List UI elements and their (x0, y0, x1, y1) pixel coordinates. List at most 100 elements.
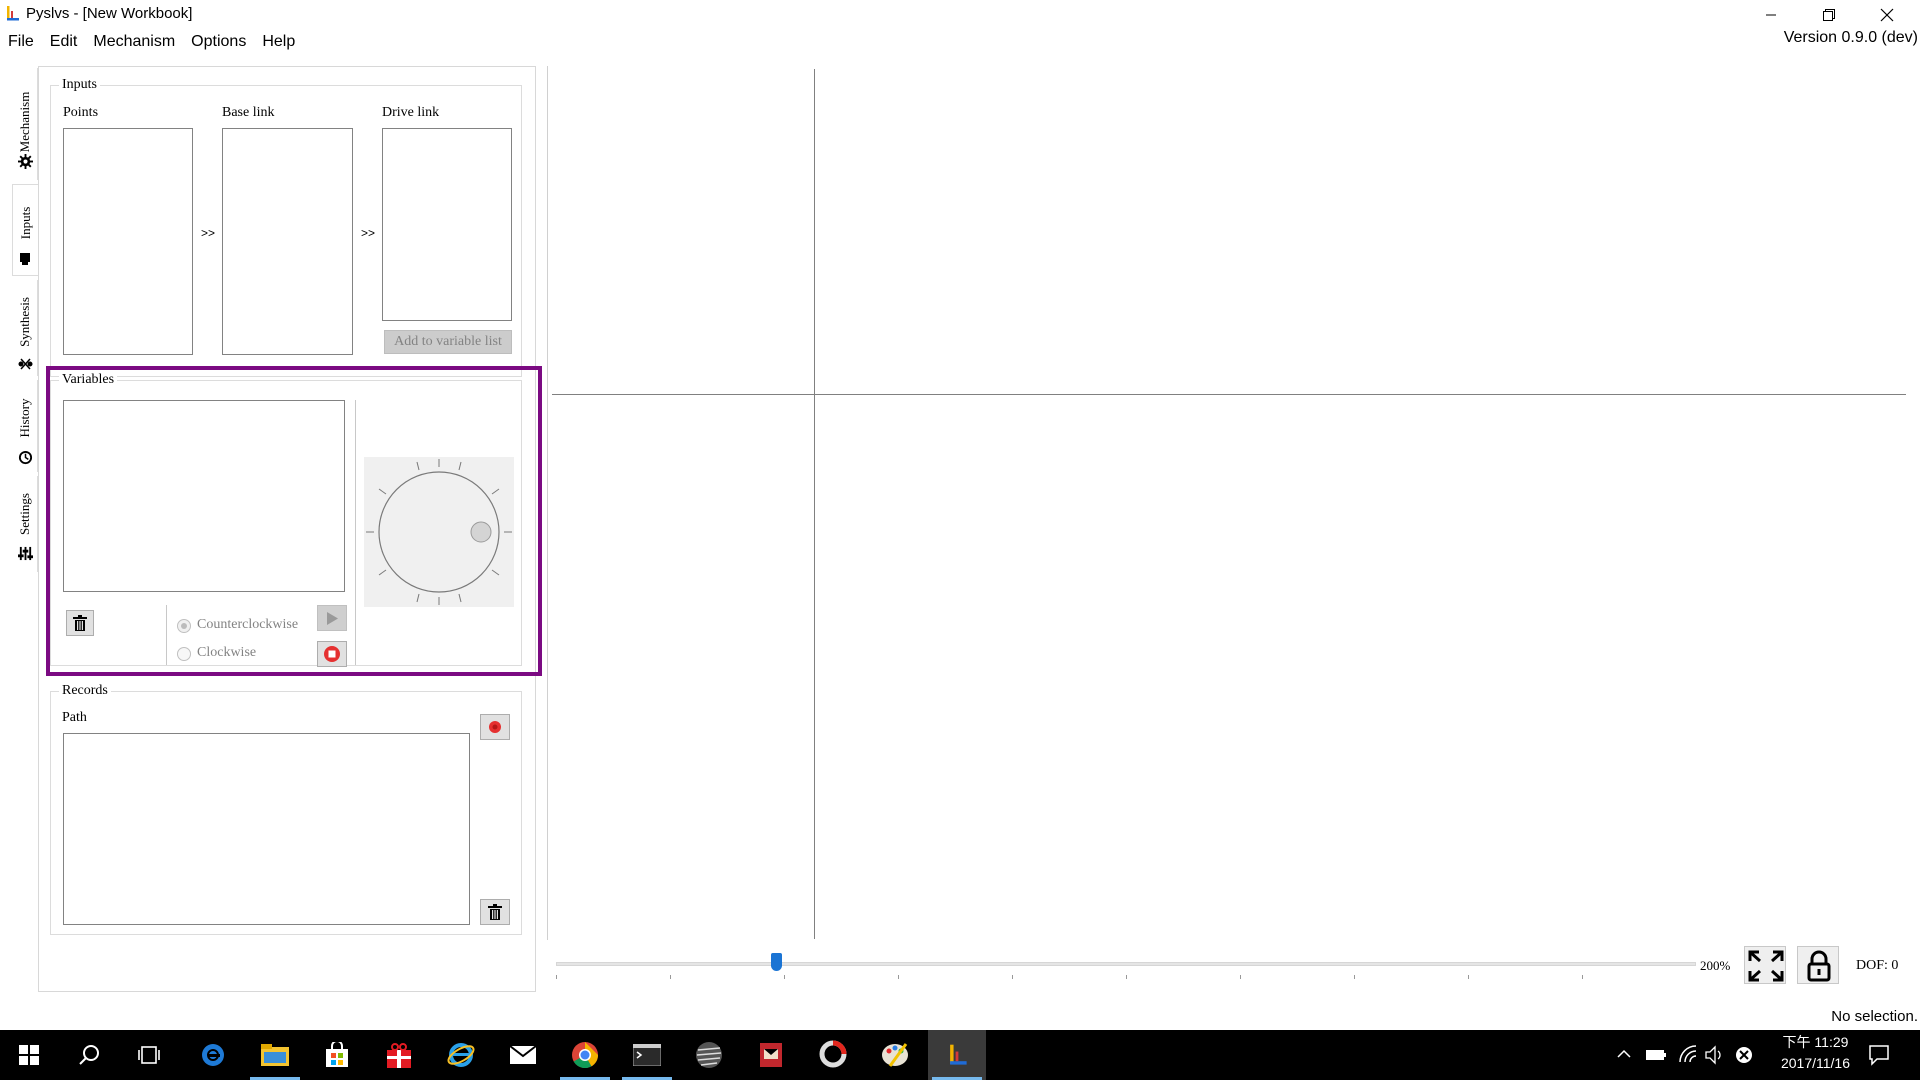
chevron-up-icon[interactable] (1616, 1046, 1632, 1062)
zoom-to-fit-button[interactable] (1744, 946, 1786, 984)
lock-button[interactable] (1797, 946, 1839, 984)
edge-browser-button[interactable] (184, 1030, 242, 1080)
slider-tick (784, 975, 785, 979)
gear-icon (18, 154, 33, 169)
sphere-app-icon (696, 1042, 722, 1068)
dof-label: DOF: 0 (1856, 958, 1899, 973)
window-title: Pyslvs - [New Workbook] (26, 5, 193, 22)
variables-highlight-frame (46, 366, 542, 676)
task-view-button[interactable] (120, 1030, 178, 1080)
slider-tick (1012, 975, 1013, 979)
menu-mechanism[interactable]: Mechanism (85, 29, 183, 54)
windows-icon (19, 1045, 39, 1065)
red-app-icon (760, 1043, 782, 1067)
add-to-variable-list-button[interactable]: Add to variable list (384, 330, 512, 354)
status-bar-text: No selection. (1831, 1008, 1918, 1025)
restore-icon (1823, 8, 1835, 21)
zoom-slider[interactable] (556, 953, 1696, 988)
pyslvs-taskbar-button[interactable] (928, 1030, 986, 1080)
file-explorer-button[interactable] (246, 1030, 304, 1080)
tab-history-label: History (16, 398, 32, 438)
store-bag-icon (326, 1042, 348, 1067)
mail-button[interactable] (494, 1030, 552, 1080)
notification-icon[interactable] (1868, 1044, 1890, 1066)
synthesis-icon (18, 358, 33, 370)
paint-app-button[interactable] (866, 1030, 924, 1080)
minimize-button[interactable] (1742, 0, 1800, 29)
menu-bar: File Edit Mechanism Options Help (0, 29, 303, 54)
delete-path-button[interactable] (480, 899, 510, 925)
tab-synthesis[interactable]: Synthesis (12, 280, 38, 376)
version-label: Version 0.9.0 (dev) (1783, 29, 1918, 46)
store-button[interactable] (308, 1030, 366, 1080)
inputs-group-title: Inputs (59, 77, 100, 93)
internet-explorer-button[interactable] (432, 1030, 490, 1080)
volume-icon[interactable] (1704, 1045, 1724, 1065)
pyslvs-icon (950, 1044, 967, 1065)
input-icon (20, 253, 30, 265)
tab-mechanism-label: Mechanism (16, 91, 32, 153)
taskbar-clock[interactable]: 下午 11:29 2017/11/16 (1781, 1032, 1850, 1074)
tab-inputs[interactable]: Inputs (12, 184, 38, 276)
restore-button[interactable] (1800, 0, 1858, 29)
chrome-button[interactable] (556, 1030, 614, 1080)
tab-settings[interactable]: Settings (12, 476, 38, 572)
x-axis-line (552, 394, 1906, 395)
points-label: Points (63, 105, 99, 120)
records-group: Records Path (50, 683, 522, 935)
record-button[interactable] (480, 714, 510, 740)
path-label: Path (62, 710, 87, 725)
slider-tick (898, 975, 899, 979)
chrome-icon (572, 1042, 599, 1069)
slider-tick (1240, 975, 1241, 979)
battery-icon[interactable] (1645, 1048, 1667, 1062)
zoom-slider-track (556, 962, 1696, 966)
clock-date: 2017/11/16 (1780, 1055, 1850, 1071)
sphere-app-button[interactable] (680, 1030, 738, 1080)
fit-screen-icon (1748, 950, 1784, 982)
base-link-list[interactable] (222, 128, 353, 355)
arrow-to-drive: >> (361, 226, 376, 240)
lock-icon (1807, 950, 1831, 982)
path-list[interactable] (63, 733, 470, 925)
task-view-icon (138, 1046, 160, 1064)
search-button[interactable] (60, 1030, 118, 1080)
menu-edit[interactable]: Edit (42, 29, 86, 54)
slider-tick (1354, 975, 1355, 979)
app-logo-icon (7, 6, 19, 21)
terminal-icon (633, 1044, 661, 1066)
record-icon (489, 721, 501, 733)
network-disconnected-icon[interactable] (1735, 1046, 1753, 1064)
photoscape-button[interactable] (804, 1030, 862, 1080)
gift-app-button[interactable] (370, 1030, 428, 1080)
slider-tick (556, 975, 557, 979)
close-button[interactable] (1858, 0, 1916, 29)
ie-icon (447, 1043, 475, 1067)
menu-options[interactable]: Options (183, 29, 254, 54)
terminal-button[interactable] (618, 1030, 676, 1080)
zoom-slider-thumb[interactable] (771, 953, 782, 971)
mechanism-canvas[interactable] (547, 66, 1907, 940)
tab-history[interactable]: History (12, 380, 38, 472)
slider-tick (1468, 975, 1469, 979)
records-group-title: Records (59, 683, 111, 699)
red-app-button[interactable] (742, 1030, 800, 1080)
points-list[interactable] (63, 128, 193, 355)
y-axis-line (814, 69, 815, 939)
arrow-to-base: >> (201, 226, 216, 240)
photoscape-icon (819, 1040, 847, 1068)
drive-link-list[interactable] (382, 128, 512, 321)
slider-tick (670, 975, 671, 979)
history-icon (18, 450, 33, 465)
minimize-icon (1766, 14, 1776, 15)
mail-icon (509, 1045, 537, 1064)
menu-help[interactable]: Help (254, 29, 303, 54)
wifi-icon[interactable] (1678, 1044, 1698, 1064)
tab-mechanism[interactable]: Mechanism (12, 68, 38, 180)
base-link-label: Base link (222, 105, 275, 120)
menu-file[interactable]: File (0, 29, 42, 54)
drive-link-label: Drive link (382, 105, 440, 120)
settings-icon (18, 546, 33, 561)
taskbar (0, 1030, 1920, 1080)
start-button[interactable] (0, 1030, 58, 1080)
